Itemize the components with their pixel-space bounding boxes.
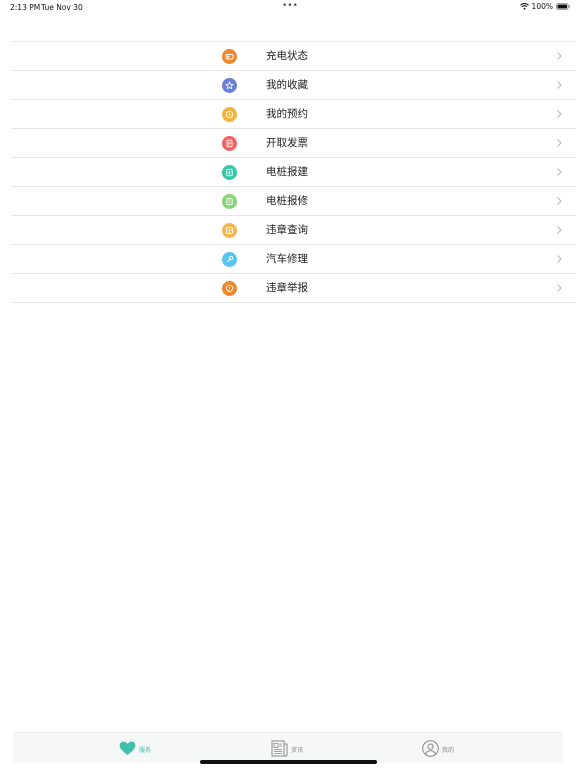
menu-item-violation-query[interactable]: 违章查询 bbox=[11, 216, 576, 245]
status-right: 100% bbox=[519, 2, 570, 11]
user-icon bbox=[422, 739, 439, 757]
menu-item-my-favorites[interactable]: 我的收藏 bbox=[11, 71, 576, 100]
battery-percent: 100% bbox=[531, 2, 553, 11]
report-icon bbox=[222, 281, 237, 296]
violation-search-icon bbox=[222, 223, 237, 238]
tab-bar: 服务 资讯 我的 bbox=[13, 732, 563, 763]
tab-label: 服务 bbox=[139, 747, 152, 754]
status-date: Tue Nov 30 bbox=[41, 3, 83, 12]
chevron-right-icon bbox=[557, 255, 562, 263]
wifi-icon bbox=[519, 3, 529, 10]
menu-label: 电桩报建 bbox=[266, 166, 308, 178]
status-bar: 2:13 PM Tue Nov 30 ••• 100% bbox=[0, 0, 576, 14]
menu-item-car-repair[interactable]: 汽车修理 bbox=[11, 245, 576, 274]
menu-label: 充电状态 bbox=[266, 50, 308, 62]
clock-icon bbox=[222, 107, 237, 122]
star-icon bbox=[222, 78, 237, 93]
tab-label: 资讯 bbox=[291, 747, 304, 754]
menu-label: 我的预约 bbox=[266, 108, 308, 120]
charger-build-icon bbox=[222, 165, 237, 180]
chevron-right-icon bbox=[557, 81, 562, 89]
invoice-icon bbox=[222, 136, 237, 151]
chevron-right-icon bbox=[557, 52, 562, 60]
charger-repair-icon bbox=[222, 194, 237, 209]
menu-label: 违章举报 bbox=[266, 282, 308, 294]
menu-item-issue-invoice[interactable]: 开取发票 bbox=[11, 129, 576, 158]
battery-icon bbox=[556, 3, 570, 10]
tab-service[interactable]: 服务 bbox=[119, 737, 151, 759]
menu-label: 开取发票 bbox=[266, 137, 308, 149]
chevron-right-icon bbox=[557, 284, 562, 292]
chevron-right-icon bbox=[557, 226, 562, 234]
chevron-right-icon bbox=[557, 197, 562, 205]
multitasking-dots[interactable]: ••• bbox=[282, 1, 298, 11]
heart-icon bbox=[119, 741, 136, 755]
tab-label: 我的 bbox=[442, 747, 455, 754]
menu-label: 电桩报修 bbox=[266, 195, 308, 207]
menu-item-charger-repair[interactable]: 电桩报修 bbox=[11, 187, 576, 216]
battery-card-icon bbox=[222, 49, 237, 64]
chevron-right-icon bbox=[557, 110, 562, 118]
menu-item-my-reservations[interactable]: 我的预约 bbox=[11, 100, 576, 129]
tab-mine[interactable]: 我的 bbox=[422, 737, 454, 759]
app-screen: 2:13 PM Tue Nov 30 ••• 100% 充电状态 我的收藏 我的… bbox=[0, 0, 576, 768]
menu-label: 汽车修理 bbox=[266, 253, 308, 265]
menu-item-violation-report[interactable]: 违章举报 bbox=[11, 274, 576, 303]
service-menu-list: 充电状态 我的收藏 我的预约 开取发票 电桩报建 电桩报修 违章查询 汽车修理 … bbox=[11, 41, 576, 303]
menu-item-charging-status[interactable]: 充电状态 bbox=[11, 42, 576, 71]
car-repair-icon bbox=[222, 252, 237, 267]
home-indicator[interactable] bbox=[200, 760, 377, 764]
menu-item-charger-installation[interactable]: 电桩报建 bbox=[11, 158, 576, 187]
menu-label: 我的收藏 bbox=[266, 79, 308, 91]
chevron-right-icon bbox=[557, 139, 562, 147]
menu-label: 违章查询 bbox=[266, 224, 308, 236]
newspaper-icon bbox=[271, 740, 288, 756]
status-time: 2:13 PM bbox=[10, 3, 41, 12]
chevron-right-icon bbox=[557, 168, 562, 176]
tab-news[interactable]: 资讯 bbox=[271, 737, 303, 759]
